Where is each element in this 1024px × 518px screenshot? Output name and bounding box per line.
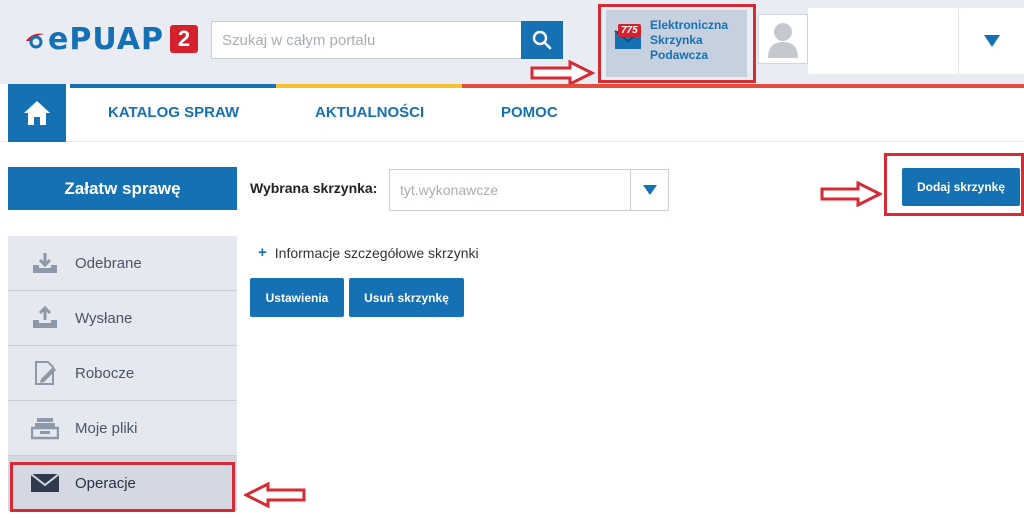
sidebar-item-odebrane[interactable]: Odebrane (8, 236, 237, 291)
sidebar-item-label: Wysłane (75, 309, 133, 327)
home-icon (24, 101, 50, 125)
nav-stripe (70, 84, 276, 88)
annotation-arrow-right-icon (820, 181, 882, 207)
search-field[interactable] (211, 21, 523, 59)
chevron-down-icon (642, 185, 657, 195)
mailbox-select-value: tyt.wykonawcze (400, 182, 499, 198)
sidebar-item-robocze[interactable]: Robocze (8, 346, 237, 401)
add-mailbox-highlight (884, 153, 1024, 216)
inbox-download-icon (30, 250, 60, 276)
epuap-logo[interactable]: ePUAP 2 (24, 20, 198, 58)
mailbox-highlight (598, 4, 756, 83)
sidebar-item-label: Robocze (75, 364, 135, 382)
mailbox-details-toggle[interactable]: + Informacje szczegółowe skrzynki (258, 244, 479, 261)
search-icon (532, 30, 552, 50)
user-menu-toggle[interactable] (958, 8, 1024, 74)
selected-mailbox-label: Wybrana skrzynka: (250, 180, 378, 196)
mailbox-details-label: Informacje szczegółowe skrzynki (274, 244, 479, 261)
draft-edit-icon (30, 360, 60, 386)
select-caret[interactable] (630, 170, 668, 210)
nav-stripe (276, 84, 462, 88)
chevron-down-icon (983, 35, 1000, 47)
sidebar-item-label: Moje pliki (75, 419, 138, 437)
sidebar-item-wyslane[interactable]: Wysłane (8, 291, 237, 346)
files-tray-icon (30, 415, 60, 441)
logo-swoosh-icon (26, 33, 44, 49)
settle-matter-button[interactable]: Załatw sprawę (8, 167, 237, 210)
delete-mailbox-button[interactable]: Usuń skrzynkę (349, 278, 464, 317)
settings-button[interactable]: Ustawienia (250, 278, 344, 317)
nav-stripe (462, 84, 1024, 88)
home-button[interactable] (8, 84, 66, 142)
user-panel (808, 8, 958, 74)
annotation-arrow-right-icon (530, 60, 596, 86)
search-button[interactable] (521, 21, 563, 59)
nav-item-pomoc[interactable]: POMOC (501, 104, 558, 121)
sidebar-item-moje-pliki[interactable]: Moje pliki (8, 401, 237, 456)
nav-item-katalog-spraw[interactable]: KATALOG SPRAW (108, 104, 239, 121)
operacje-highlight (10, 462, 235, 512)
logo-badge: 2 (169, 25, 198, 53)
avatar[interactable] (758, 14, 808, 64)
annotation-arrow-left-icon (244, 482, 306, 508)
nav-item-aktualnosci[interactable]: AKTUALNOŚCI (315, 104, 424, 121)
mailbox-select[interactable]: tyt.wykonawcze (389, 169, 669, 211)
plus-icon: + (258, 244, 267, 261)
sidebar-item-label: Odebrane (75, 254, 142, 272)
user-silhouette-icon (768, 23, 798, 58)
search-input[interactable] (212, 22, 522, 58)
logo-text: ePUAP (48, 21, 164, 57)
outbox-upload-icon (30, 305, 60, 331)
